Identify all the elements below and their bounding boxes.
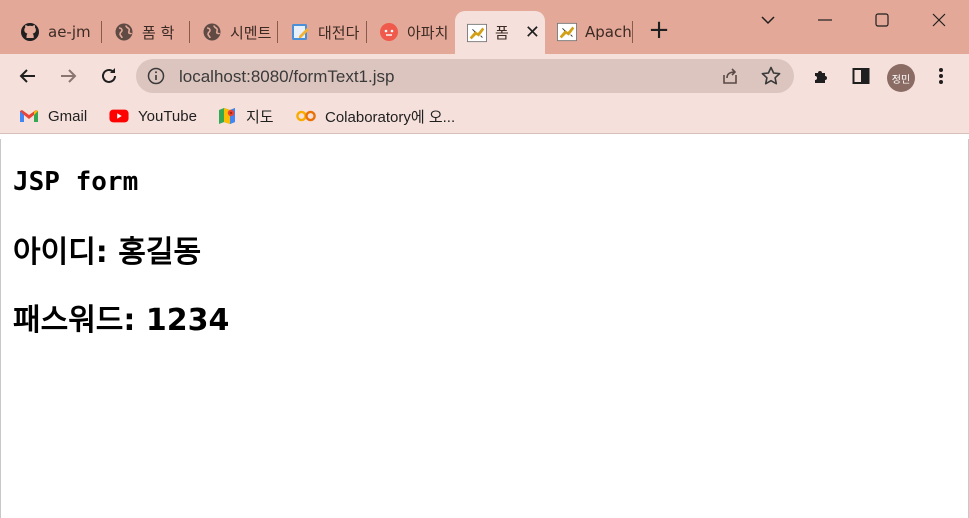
bookmark-colab[interactable]: Colaboratory에 오... bbox=[296, 106, 455, 126]
minimize-button[interactable] bbox=[811, 8, 839, 32]
maximize-button[interactable] bbox=[868, 8, 896, 32]
tab-search-chevron-icon[interactable] bbox=[754, 8, 782, 32]
close-tab-icon[interactable]: ✕ bbox=[525, 22, 540, 43]
globe-icon bbox=[114, 22, 134, 42]
maps-icon bbox=[217, 106, 237, 126]
close-window-button[interactable] bbox=[925, 8, 953, 32]
share-icon[interactable] bbox=[720, 66, 740, 90]
tab-apache[interactable]: Apach bbox=[545, 13, 633, 51]
tomcat-icon bbox=[467, 23, 487, 43]
password-line: 패스워드: 1234 bbox=[13, 303, 230, 338]
menu-kebab-icon[interactable] bbox=[927, 62, 955, 90]
profile-avatar[interactable]: 정민 bbox=[887, 64, 915, 92]
tomcat-icon bbox=[557, 22, 577, 42]
address-url[interactable]: localhost:8080/formText1.jsp bbox=[179, 67, 394, 87]
tab-title: ae-jm bbox=[48, 23, 91, 41]
tab-title: 아파치 bbox=[407, 23, 449, 42]
user-id-line: 아이디: 홍길동 bbox=[13, 235, 202, 270]
tab-form-study[interactable]: 폼 학 bbox=[102, 13, 190, 51]
bookmark-label: Gmail bbox=[48, 107, 88, 125]
page-heading: JSP form bbox=[13, 167, 139, 197]
site-info-icon[interactable] bbox=[146, 66, 166, 86]
extensions-puzzle-icon[interactable] bbox=[808, 62, 836, 90]
back-button[interactable] bbox=[14, 62, 42, 90]
bookmark-label: YouTube bbox=[138, 107, 197, 125]
tab-title: 시멘트 bbox=[230, 23, 272, 42]
bookmarks-bar: Gmail YouTube 지도 Colaboratory에 오... bbox=[0, 98, 969, 134]
globe-icon bbox=[202, 22, 222, 42]
tab-daejeon[interactable]: 대전다 bbox=[278, 13, 367, 51]
profile-label: 정민 bbox=[891, 74, 911, 86]
gmail-icon bbox=[19, 106, 39, 126]
browser-toolbar: localhost:8080/formText1.jsp 정민 bbox=[0, 54, 969, 98]
github-icon bbox=[20, 22, 40, 42]
bookmark-youtube[interactable]: YouTube bbox=[109, 106, 197, 126]
red-circle-icon bbox=[379, 22, 399, 42]
tab-title: 대전다 bbox=[318, 23, 360, 42]
page-content: JSP form 아이디: 홍길동 패스워드: 1234 bbox=[0, 139, 969, 518]
tab-strip: ae-jm 폼 학 시멘트 대전다 아파치 폼 ✕ Apach + bbox=[0, 0, 969, 54]
tab-separator bbox=[632, 21, 633, 43]
tab-form-active[interactable]: 폼 ✕ bbox=[455, 11, 545, 54]
tab-apache-kr[interactable]: 아파치 bbox=[367, 13, 455, 51]
tab-title: Apach bbox=[585, 23, 632, 41]
side-panel-icon[interactable] bbox=[847, 62, 875, 90]
bookmark-maps[interactable]: 지도 bbox=[217, 106, 274, 126]
tab-title: 폼 bbox=[495, 24, 509, 42]
notepad-icon bbox=[290, 22, 310, 42]
tab-github[interactable]: ae-jm bbox=[8, 13, 102, 51]
tab-cement[interactable]: 시멘트 bbox=[190, 13, 278, 51]
colab-icon bbox=[296, 106, 316, 126]
bookmark-gmail[interactable]: Gmail bbox=[19, 106, 87, 126]
youtube-icon bbox=[109, 106, 129, 126]
bookmark-label: Colaboratory에 오... bbox=[325, 108, 456, 126]
tab-title: 폼 학 bbox=[142, 23, 175, 42]
bookmark-label: 지도 bbox=[246, 108, 274, 126]
new-tab-button[interactable]: + bbox=[648, 17, 670, 44]
forward-button[interactable] bbox=[54, 62, 82, 90]
address-bar[interactable]: localhost:8080/formText1.jsp bbox=[136, 59, 794, 93]
bookmark-star-icon[interactable] bbox=[760, 65, 782, 91]
reload-button[interactable] bbox=[95, 62, 123, 90]
